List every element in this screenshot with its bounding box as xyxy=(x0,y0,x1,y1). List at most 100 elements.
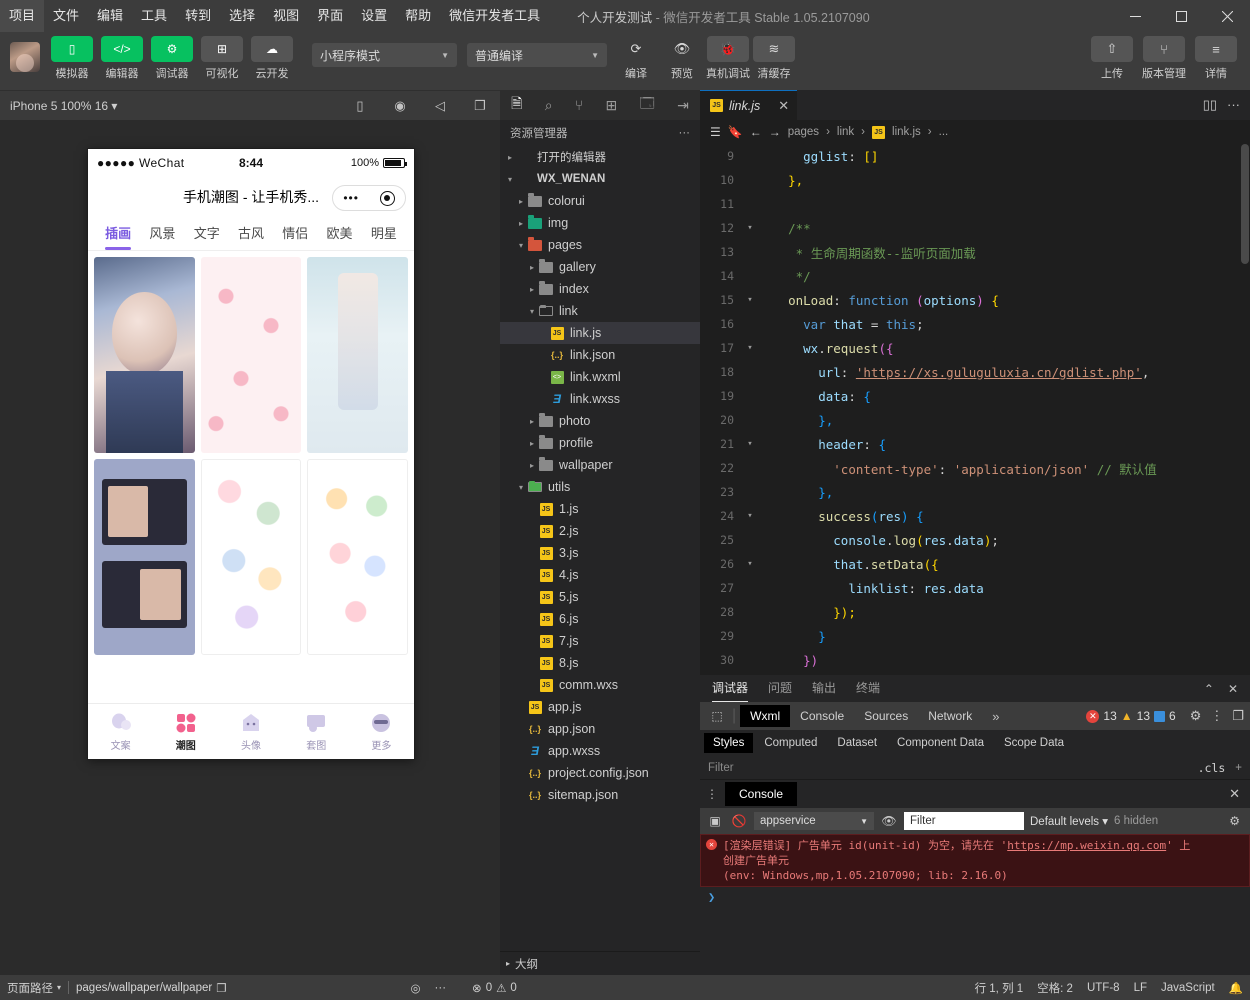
close-target-icon[interactable] xyxy=(379,190,395,206)
styles-tab-computed[interactable]: Computed xyxy=(755,733,826,753)
debug-icon[interactable]: 🗔 xyxy=(640,93,655,117)
forward-icon[interactable]: → xyxy=(769,125,781,139)
more-icon[interactable]: ··· xyxy=(679,127,691,139)
tree-item-7-js[interactable]: JS 7.js xyxy=(500,630,700,652)
gear-icon[interactable]: ⚙ xyxy=(1229,814,1244,828)
tabbar-item-0[interactable]: 文案 xyxy=(88,704,153,759)
category-tab-4[interactable]: 情侣 xyxy=(273,217,317,250)
close-button[interactable] xyxy=(1204,0,1250,32)
bell-icon[interactable]: 🔔 xyxy=(1222,975,1250,1000)
editor-scrollbar[interactable] xyxy=(1241,144,1249,264)
editor-tab-linkjs[interactable]: JS link.js ✕ xyxy=(700,90,798,120)
breadcrumb-3[interactable]: ... xyxy=(939,126,949,138)
styles-tab-styles[interactable]: Styles xyxy=(704,733,754,753)
page-path-selector[interactable]: 页面路径 ▾ xyxy=(0,975,68,1000)
kebab-icon[interactable]: ⋮ xyxy=(1210,708,1223,724)
action-eye[interactable]: 👁 预览 xyxy=(659,36,705,81)
tree-item-app-js[interactable]: JS app.js xyxy=(500,696,700,718)
tree-item-pages[interactable]: ▾ pages xyxy=(500,234,700,256)
error-link[interactable]: https://mp.weixin.qq.com xyxy=(1007,839,1166,852)
element-picker-icon[interactable]: ⬚ xyxy=(706,709,728,723)
grid-item[interactable] xyxy=(200,459,302,655)
code-line-28[interactable]: 28 }); xyxy=(700,600,1250,624)
console-sidebar-icon[interactable]: ▣ xyxy=(706,814,724,828)
menu-item-7[interactable]: 界面 xyxy=(308,0,352,32)
category-tab-1[interactable]: 风景 xyxy=(140,217,184,250)
devtools-tab-wxml[interactable]: Wxml xyxy=(740,705,791,727)
volume-icon[interactable]: ◁ xyxy=(420,98,460,114)
action-refresh[interactable]: ⟳ 编译 xyxy=(613,36,659,81)
tree-item-link[interactable]: ▾ link xyxy=(500,300,700,322)
tree-item-6-js[interactable]: JS 6.js xyxy=(500,608,700,630)
tree-item-打开的编辑器[interactable]: ▸ 打开的编辑器 xyxy=(500,146,700,168)
tree-item-link-wxss[interactable]: Ǝlink.wxss xyxy=(500,388,700,410)
grid-item[interactable] xyxy=(307,257,408,453)
search-icon[interactable]: ⌕ xyxy=(545,97,553,114)
menu-item-9[interactable]: 帮助 xyxy=(396,0,440,32)
code-line-11[interactable]: 11 xyxy=(700,192,1250,216)
tree-item-comm-wxs[interactable]: JS comm.wxs xyxy=(500,674,700,696)
tree-item-4-js[interactable]: JS 4.js xyxy=(500,564,700,586)
source-control-icon[interactable]: ⑂ xyxy=(575,97,583,113)
tree-item-project-config-json[interactable]: {..} project.config.json xyxy=(500,762,700,784)
menu-item-5[interactable]: 选择 xyxy=(220,0,264,32)
right-action-upload[interactable]: ⇧ 上传 xyxy=(1086,36,1138,81)
compile-select[interactable]: 普通编译 ▼ xyxy=(467,43,607,67)
code-line-13[interactable]: 13 * 生命周期函数--监听页面加载 xyxy=(700,240,1250,264)
close-icon[interactable]: ✕ xyxy=(778,98,789,114)
more-icon[interactable]: ··· xyxy=(428,975,454,1000)
tabbar-item-3[interactable]: 套图 xyxy=(284,704,349,759)
category-tab-3[interactable]: 古风 xyxy=(229,217,273,250)
devtools-tab-network[interactable]: Network xyxy=(918,705,982,727)
bookmark-icon[interactable]: 🔖 xyxy=(728,125,743,139)
debug-panel-tab-1[interactable]: 问题 xyxy=(768,675,792,702)
code-line-24[interactable]: 24 ▾ success(res) { xyxy=(700,504,1250,528)
mode-select[interactable]: 小程序模式 ▼ xyxy=(312,43,457,67)
user-avatar[interactable] xyxy=(10,42,40,72)
extensions-icon[interactable]: ⊞ xyxy=(606,97,618,114)
menu-item-6[interactable]: 视图 xyxy=(264,0,308,32)
code-line-27[interactable]: 27 linklist: res.data xyxy=(700,576,1250,600)
tree-item-profile[interactable]: ▸ profile xyxy=(500,432,700,454)
clear-console-icon[interactable]: 🚫 xyxy=(730,814,748,828)
devtools-more-icon[interactable]: » xyxy=(986,709,1005,724)
copy-icon[interactable]: ❐ xyxy=(216,981,226,995)
code-line-19[interactable]: 19 data: { xyxy=(700,384,1250,408)
eol-indicator[interactable]: LF xyxy=(1127,975,1154,1000)
code-line-20[interactable]: 20 }, xyxy=(700,408,1250,432)
more-icon[interactable]: ••• xyxy=(343,191,359,205)
tree-item-5-js[interactable]: JS 5.js xyxy=(500,586,700,608)
tree-item-1-js[interactable]: JS 1.js xyxy=(500,498,700,520)
devtools-tab-console[interactable]: Console xyxy=(790,705,854,727)
code-area[interactable]: 9 gglist: [] 10 }, 11 12 ▾ /** 13 * 生命周期函数--监… xyxy=(700,144,1250,675)
tree-item-app-wxss[interactable]: Ǝapp.wxss xyxy=(500,740,700,762)
language-indicator[interactable]: JavaScript xyxy=(1154,975,1222,1000)
grid-item[interactable] xyxy=(200,257,302,453)
code-line-10[interactable]: 10 }, xyxy=(700,168,1250,192)
breadcrumb-0[interactable]: pages xyxy=(788,126,819,138)
tree-item-WX_WENAN[interactable]: ▾ WX_WENAN xyxy=(500,168,700,190)
gear-icon[interactable]: ⚙ xyxy=(1190,708,1202,724)
window-icon[interactable]: ❐ xyxy=(460,98,500,114)
debug-panel-tab-2[interactable]: 输出 xyxy=(812,675,836,702)
tabbar-item-4[interactable]: 更多 xyxy=(349,704,414,759)
code-line-29[interactable]: 29 } xyxy=(700,624,1250,648)
split-editor-icon[interactable]: ▯▯ xyxy=(1203,97,1217,113)
tree-item-utils[interactable]: ▾ utils xyxy=(500,476,700,498)
tree-item-gallery[interactable]: ▸ gallery xyxy=(500,256,700,278)
debug-panel-tab-3[interactable]: 终端 xyxy=(856,675,880,702)
more-icon[interactable]: ··· xyxy=(1227,97,1240,113)
code-line-26[interactable]: 26 ▾ that.setData({ xyxy=(700,552,1250,576)
menu-item-4[interactable]: 转到 xyxy=(176,0,220,32)
page-path-value-item[interactable]: pages/wallpaper/wallpaper ❐ xyxy=(69,975,233,1000)
breadcrumb-1[interactable]: link xyxy=(837,126,854,138)
tree-item-3-js[interactable]: JS 3.js xyxy=(500,542,700,564)
code-line-22[interactable]: 22 'content-type': 'application/json' //… xyxy=(700,456,1250,480)
code-line-18[interactable]: 18 url: 'https://xs.guluguluxia.cn/gdlis… xyxy=(700,360,1250,384)
code-line-23[interactable]: 23 }, xyxy=(700,480,1250,504)
menu-item-10[interactable]: 微信开发者工具 xyxy=(440,0,549,32)
maximize-button[interactable] xyxy=(1158,0,1204,32)
styles-tab-dataset[interactable]: Dataset xyxy=(828,733,886,753)
category-tab-0[interactable]: 插画 xyxy=(96,217,140,250)
record-icon[interactable]: ◉ xyxy=(380,98,420,114)
